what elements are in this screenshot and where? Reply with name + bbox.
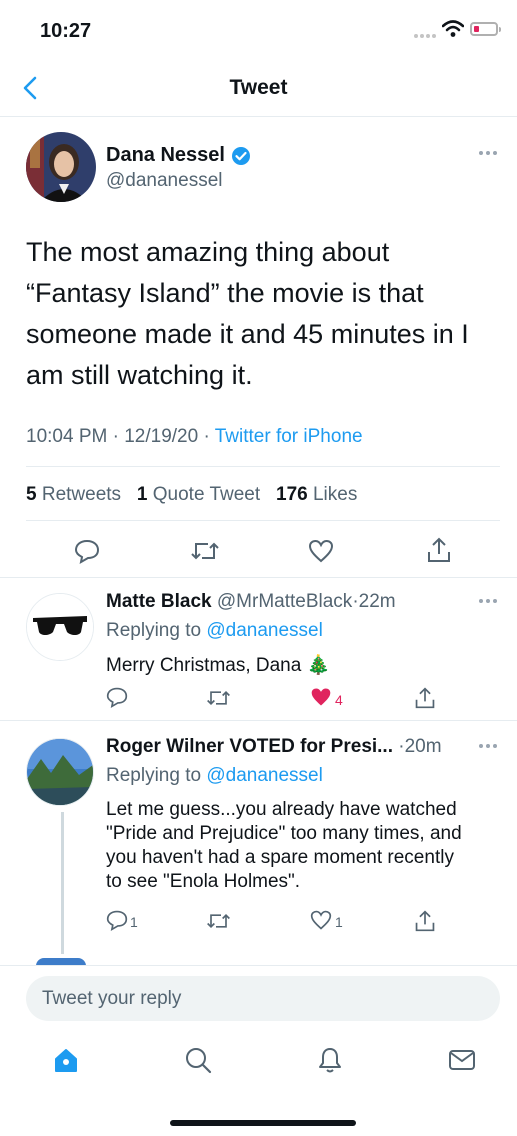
divider — [26, 466, 500, 467]
like-heart-icon[interactable] — [310, 909, 332, 931]
retweet-icon[interactable] — [190, 538, 220, 564]
tweet-date: 12/19/20 — [124, 426, 199, 447]
replying-to-mention[interactable]: @dananessel — [206, 620, 322, 641]
reply-like-count: 4 — [335, 692, 343, 708]
more-options-icon[interactable] — [478, 598, 498, 604]
reply-text-line: to see "Enola Holmes". — [106, 871, 301, 892]
retweets-label: Retweets — [41, 484, 122, 505]
reply-time: 20m — [404, 736, 442, 757]
replying-to: Replying to @dananessel — [106, 765, 323, 787]
share-icon[interactable] — [414, 686, 436, 710]
author-handle[interactable]: @dananessel — [106, 170, 222, 192]
replying-to-label: Replying to — [106, 620, 202, 641]
tweet-text-line: The most amazing thing about — [26, 237, 390, 267]
tweet-source-link[interactable]: Twitter for iPhone — [215, 426, 363, 447]
likes-stat[interactable]: 176 Likes — [276, 484, 357, 505]
share-icon[interactable] — [414, 909, 436, 933]
replying-to-mention[interactable]: @dananessel — [206, 765, 322, 786]
quotes-stat[interactable]: 1 Quote Tweet — [137, 484, 260, 505]
author-avatar[interactable] — [26, 132, 96, 202]
reply-text: Let me guess...you already have watched … — [106, 798, 506, 894]
more-options-icon[interactable] — [478, 150, 498, 156]
thread-connector-line — [61, 812, 64, 954]
navigation-bar: Tweet — [0, 60, 517, 117]
home-indicator[interactable] — [170, 1120, 356, 1126]
more-options-icon[interactable] — [478, 743, 498, 749]
messages-envelope-icon[interactable] — [448, 1048, 476, 1072]
reply-author-handle: @MrMatteBlack — [216, 591, 353, 612]
reply-icon[interactable] — [106, 909, 128, 931]
quotes-count: 1 — [136, 484, 148, 505]
reply-text-line: you haven't had a spare moment recently — [106, 847, 454, 868]
verified-badge-icon — [231, 146, 250, 165]
reply-icon[interactable] — [106, 686, 128, 708]
meta-separator: · — [112, 426, 119, 447]
tweet-actions — [0, 534, 517, 570]
author-name-text: Dana Nessel — [106, 144, 225, 166]
retweets-count: 5 — [26, 484, 37, 505]
replying-to: Replying to @dananessel — [106, 620, 323, 642]
divider — [0, 965, 517, 966]
battery-icon — [470, 22, 501, 36]
liked-heart-icon[interactable] — [310, 686, 332, 708]
reply-icon[interactable] — [74, 538, 100, 564]
tweet-text-line: someone made it and 45 minutes in I — [26, 319, 469, 349]
like-heart-icon[interactable] — [308, 538, 334, 564]
reply-avatar[interactable] — [26, 738, 94, 806]
page-title: Tweet — [229, 76, 288, 99]
replying-to-label: Replying to — [106, 765, 202, 786]
retweet-icon[interactable] — [206, 687, 231, 709]
likes-count: 176 — [276, 484, 308, 505]
engagement-stats: 5 Retweets 1 Quote Tweet 176 Likes — [26, 484, 357, 506]
compose-placeholder: Tweet your reply — [42, 988, 182, 1009]
reply-time: 22m — [358, 591, 396, 612]
divider — [0, 577, 517, 578]
author-name[interactable]: Dana Nessel — [106, 144, 251, 167]
reply-author-name: Matte Black — [106, 591, 212, 612]
reply-avatar[interactable] — [26, 593, 94, 661]
reply-text-line: Let me guess...you already have watched — [106, 799, 457, 820]
status-time: 10:27 — [40, 20, 92, 42]
notifications-bell-icon[interactable] — [316, 1046, 344, 1074]
tab-bar — [0, 1030, 517, 1090]
search-icon[interactable] — [184, 1046, 212, 1074]
quotes-label: Quote Tweet — [152, 484, 261, 505]
divider — [0, 720, 517, 721]
tweet-meta: 10:04 PM · 12/19/20 · Twitter for iPhone — [26, 426, 363, 448]
reply-author[interactable]: Roger Wilner VOTED for Presi... ·20m — [106, 736, 442, 758]
reply-author[interactable]: Matte Black @MrMatteBlack·22m — [106, 591, 396, 613]
share-icon[interactable] — [426, 536, 452, 564]
home-icon[interactable] — [52, 1046, 80, 1074]
divider — [26, 520, 500, 521]
retweets-stat[interactable]: 5 Retweets — [26, 484, 121, 505]
cellular-signal-icon — [414, 34, 436, 38]
wifi-icon — [442, 20, 464, 37]
tweet-text-line: am still watching it. — [26, 360, 253, 390]
reply-text-line: "Pride and Prejudice" too many times, an… — [106, 823, 462, 844]
tweet-text: The most amazing thing about “Fantasy Is… — [26, 232, 496, 396]
reply-reply-count: 1 — [130, 914, 138, 930]
reply-author-name: Roger Wilner VOTED for Presi... — [106, 736, 393, 757]
reply-text: Merry Christmas, Dana 🎄 — [106, 655, 331, 676]
retweet-icon[interactable] — [206, 910, 231, 932]
reply-compose-field[interactable]: Tweet your reply — [26, 976, 500, 1021]
tweet-time: 10:04 PM — [26, 426, 108, 447]
status-bar: 10:27 — [0, 0, 517, 60]
reply-like-count: 1 — [335, 914, 343, 930]
likes-label: Likes — [312, 484, 358, 505]
meta-separator: · — [203, 426, 210, 447]
tweet-text-line: “Fantasy Island” the movie is that — [26, 278, 424, 308]
